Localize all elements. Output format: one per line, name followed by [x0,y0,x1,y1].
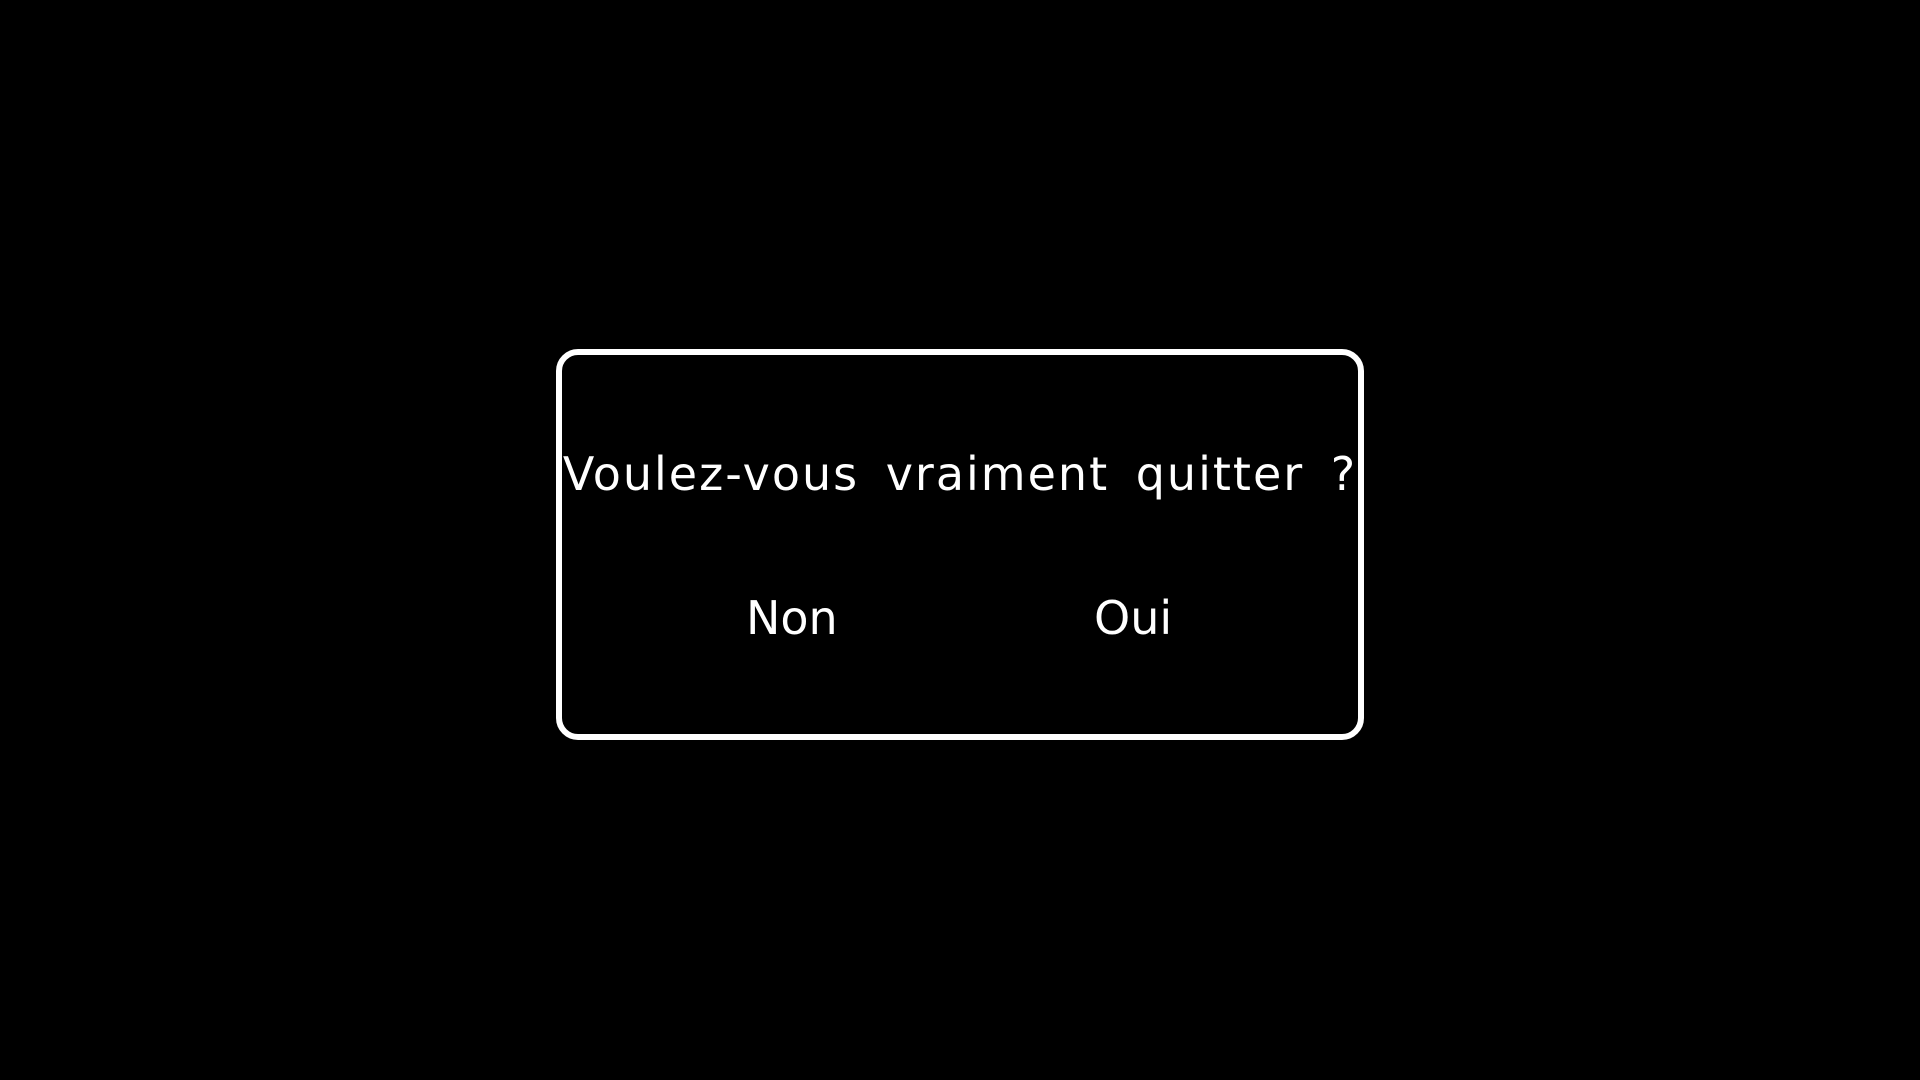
no-button[interactable]: Non [746,595,838,641]
quit-question-text: Voulez-vous vraiment quitter ? [562,447,1358,501]
game-screen: Voulez-vous vraiment quitter ? Non Oui [0,0,1920,1080]
quit-confirmation-dialog: Voulez-vous vraiment quitter ? Non Oui [556,349,1364,740]
yes-button[interactable]: Oui [1094,595,1172,641]
